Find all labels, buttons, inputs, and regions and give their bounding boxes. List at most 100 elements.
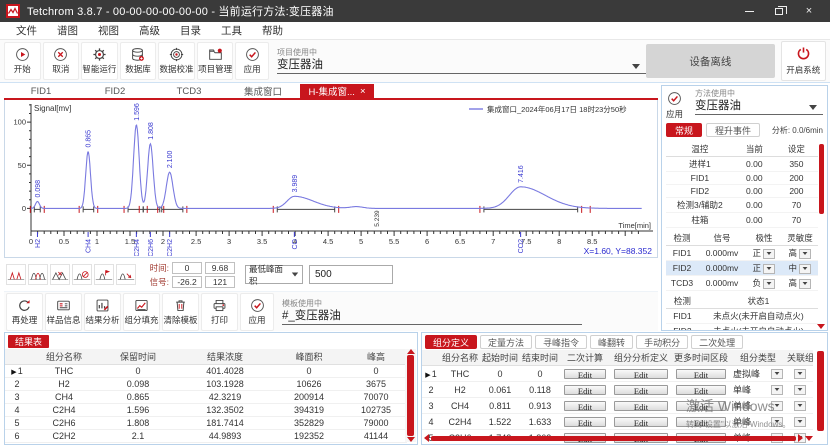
- cell-dropdown[interactable]: [763, 249, 775, 259]
- edit-button[interactable]: Edit: [614, 369, 668, 379]
- min-peak-area-input[interactable]: 500: [309, 265, 393, 284]
- close-button[interactable]: ×: [794, 0, 824, 22]
- scroll-thumb[interactable]: [407, 355, 414, 436]
- toolbar-button-component-fill[interactable]: 组分填充: [123, 293, 160, 331]
- scroll-left-icon[interactable]: [424, 434, 429, 442]
- edit-button[interactable]: Edit: [676, 385, 726, 395]
- cell-dropdown[interactable]: [799, 264, 811, 274]
- edit-button[interactable]: Edit: [614, 385, 668, 395]
- edit-button[interactable]: Edit: [564, 417, 606, 427]
- component-type-dropdown[interactable]: [771, 385, 783, 395]
- table-row[interactable]: 进样10.00350: [666, 157, 818, 172]
- tab-寻峰指令[interactable]: 寻峰指令: [535, 335, 587, 349]
- component-type-dropdown[interactable]: [771, 401, 783, 411]
- table-row[interactable]: FID1未点火(未开启自动点火): [666, 309, 818, 324]
- chart-tab-集成窗口[interactable]: 集成窗口: [226, 84, 300, 98]
- associated-component-dropdown[interactable]: [794, 401, 806, 411]
- peak-tool-button-1[interactable]: [6, 264, 26, 285]
- cell-dropdown[interactable]: [763, 279, 775, 289]
- table-row[interactable]: FID10.00200: [666, 172, 818, 185]
- method-tab-程升事件[interactable]: 程升事件: [706, 123, 760, 137]
- results-scrollbar[interactable]: [405, 349, 416, 442]
- scroll-up-icon[interactable]: [407, 349, 415, 354]
- edit-button[interactable]: Edit: [564, 401, 606, 411]
- table-row[interactable]: 5C2H61.808181.741435282979000: [5, 417, 407, 430]
- tab-results[interactable]: 结果表: [8, 335, 49, 348]
- table-row[interactable]: FID20.00200: [666, 185, 818, 198]
- edit-button[interactable]: Edit: [564, 385, 606, 395]
- edit-button[interactable]: Edit: [676, 417, 726, 427]
- peak-tool-button-6[interactable]: [116, 264, 136, 285]
- peak-tool-button-3[interactable]: [50, 264, 70, 285]
- table-row[interactable]: FID20.000mv正 中: [666, 261, 818, 276]
- toolbar-button-folder[interactable]: 项目管理: [197, 42, 234, 80]
- table-row[interactable]: 7CO3.989132.78179695310994: [5, 443, 407, 446]
- scroll-thumb[interactable]: [817, 351, 824, 431]
- tab-组分定义[interactable]: 组分定义: [425, 335, 477, 349]
- cell-dropdown[interactable]: [763, 264, 775, 274]
- toolbar-button-gear[interactable]: 智能运行: [81, 42, 118, 80]
- edit-button[interactable]: Edit: [564, 369, 606, 379]
- edit-button[interactable]: Edit: [614, 417, 668, 427]
- toolbar-button-sample-info[interactable]: 样品信息: [45, 293, 82, 331]
- toolbar-button-printer[interactable]: 打印: [201, 293, 238, 331]
- power-on-button[interactable]: 开启系统: [781, 41, 826, 81]
- toolbar-button-reprocess[interactable]: 再处理: [6, 293, 43, 331]
- component-type-dropdown[interactable]: [771, 417, 783, 427]
- apply-method-button[interactable]: 应用: [666, 89, 683, 120]
- method-combo[interactable]: 方法使用中 变压器油: [695, 89, 823, 115]
- table-row[interactable]: 3CH40.86542.321920091470070: [5, 391, 407, 404]
- menu-item-1[interactable]: 文件: [6, 23, 47, 38]
- table-row[interactable]: ▶1THC0401.402800: [5, 365, 407, 378]
- chart-tab-tcd3[interactable]: TCD3: [152, 84, 226, 98]
- scroll-thumb[interactable]: [431, 436, 796, 441]
- toolbar-button-clear-template[interactable]: 清除模板: [162, 293, 199, 331]
- tab-手动积分[interactable]: 手动积分: [636, 335, 688, 349]
- table-row[interactable]: ▶1THC00EditEditEdit虚拟峰: [422, 366, 813, 382]
- chart-tab-active[interactable]: H-集成窗...×: [300, 84, 374, 98]
- definitions-vscrollbar[interactable]: [815, 350, 826, 432]
- min-peak-area-select[interactable]: 最低峰面积: [245, 265, 303, 284]
- scroll-right-icon[interactable]: [798, 434, 803, 442]
- edit-button[interactable]: Edit: [676, 401, 726, 411]
- menu-item-7[interactable]: 帮助: [252, 23, 293, 38]
- scroll-down-icon[interactable]: [805, 436, 813, 441]
- chromatogram-chart[interactable]: 05010000.511.522.533.544.555.566.577.588…: [5, 100, 657, 256]
- project-combo[interactable]: 项目使用中 变压器油: [277, 48, 646, 74]
- toolbar-button-database[interactable]: 数据库: [120, 42, 157, 80]
- toolbar-button-target[interactable]: 数据校准: [158, 42, 195, 80]
- scroll-thumb[interactable]: [819, 144, 824, 214]
- method-tab-常规[interactable]: 常规: [666, 123, 702, 137]
- edit-button[interactable]: Edit: [676, 369, 726, 379]
- tab-定量方法[interactable]: 定量方法: [480, 335, 532, 349]
- chart-tab-fid2[interactable]: FID2: [78, 84, 152, 98]
- definitions-hscrollbar[interactable]: [424, 434, 813, 442]
- chart-tab-fid1[interactable]: FID1: [4, 84, 78, 98]
- cell-dropdown[interactable]: [799, 279, 811, 289]
- close-icon[interactable]: ×: [360, 86, 366, 97]
- menu-item-6[interactable]: 工具: [211, 23, 252, 38]
- apply-template-button[interactable]: 应用: [240, 293, 274, 331]
- table-row[interactable]: 6C2H22.144.989319235241144: [5, 430, 407, 443]
- table-row[interactable]: 2H20.0610.118EditEditEdit单峰: [422, 382, 813, 398]
- edit-button[interactable]: Edit: [614, 401, 668, 411]
- tab-峰翻转[interactable]: 峰翻转: [590, 335, 633, 349]
- cell-dropdown[interactable]: [799, 249, 811, 259]
- component-type-dropdown[interactable]: [771, 369, 783, 379]
- minimize-button[interactable]: [734, 0, 764, 22]
- table-row[interactable]: 柱箱0.0070: [666, 213, 818, 228]
- associated-component-dropdown[interactable]: [794, 417, 806, 427]
- toolbar-button-result-analysis[interactable]: 结果分析: [84, 293, 121, 331]
- device-offline-button[interactable]: 设备离线: [646, 44, 774, 78]
- peak-tool-button-2[interactable]: [28, 264, 48, 285]
- associated-component-dropdown[interactable]: [794, 385, 806, 395]
- scroll-down-icon[interactable]: [407, 437, 415, 442]
- toolbar-button-play-circle[interactable]: 开始: [4, 42, 41, 80]
- table-row[interactable]: FID10.000mv正 高: [666, 246, 818, 261]
- table-row[interactable]: FID2未点火(未开启自动点火): [666, 324, 818, 332]
- table-row[interactable]: 2H20.098103.1928106263675: [5, 378, 407, 391]
- peak-tool-button-4[interactable]: [72, 264, 92, 285]
- peak-tool-button-5[interactable]: [94, 264, 114, 285]
- table-row[interactable]: 3CH40.8110.913EditEditEdit单峰: [422, 398, 813, 414]
- table-row[interactable]: 4C2H41.596132.3502394319102735: [5, 404, 407, 417]
